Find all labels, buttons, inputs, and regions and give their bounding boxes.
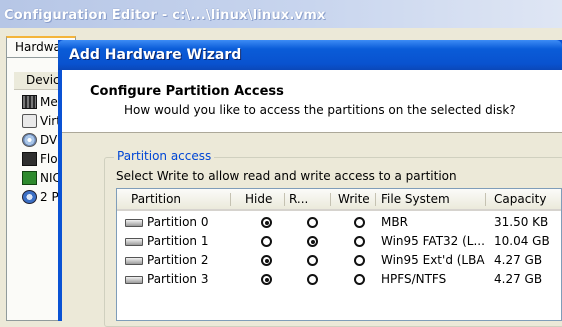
partition-access-description: Select Write to allow read and write acc…	[116, 169, 457, 183]
page-subtitle: How would you like to access the partiti…	[124, 103, 516, 117]
partition-name: Partition 0	[147, 215, 209, 229]
page-title: Configure Partition Access	[90, 84, 284, 99]
wizard-title: Add Hardware Wizard	[69, 47, 242, 63]
config-editor-title: Configuration Editor - c:\...\linux\linu…	[4, 8, 326, 23]
column-divider[interactable]	[375, 193, 376, 206]
column-divider[interactable]	[230, 193, 231, 206]
hard-disk-icon	[125, 238, 143, 246]
read-radio[interactable]	[307, 255, 318, 266]
hard-disk-icon	[125, 219, 143, 227]
column-header-partition[interactable]: Partition	[131, 189, 231, 209]
partition-capacity: 10.04 GB	[494, 234, 550, 248]
hard-disk-icon	[22, 114, 37, 128]
partition-access-group-label: Partition access	[114, 149, 215, 163]
column-divider[interactable]	[485, 193, 486, 206]
partition-list[interactable]: Partition Hide R... Write File System Ca…	[116, 188, 562, 321]
processor-icon	[22, 190, 37, 204]
read-radio[interactable]	[307, 217, 318, 228]
partition-name: Partition 3	[147, 272, 209, 286]
read-radio[interactable]	[307, 236, 318, 247]
cd-drive-icon	[22, 133, 37, 147]
wizard-title-bar[interactable]: Add Hardware Wizard	[58, 40, 562, 70]
partition-file-system: Win95 FAT32 (L...	[381, 234, 485, 248]
wizard-client-area: Configure Partition Access How would you…	[62, 70, 562, 327]
column-header-capacity[interactable]: Capacity	[494, 189, 561, 209]
partition-row[interactable]: Partition 0 MBR 31.50 KB	[117, 213, 561, 232]
network-adapter-icon	[22, 171, 37, 185]
partition-list-header: Partition Hide R... Write File System Ca…	[117, 189, 561, 211]
hide-radio[interactable]	[261, 236, 272, 247]
partition-row[interactable]: Partition 3 HPFS/NTFS 4.27 GB	[117, 270, 561, 289]
write-radio[interactable]	[354, 274, 365, 285]
write-radio[interactable]	[354, 217, 365, 228]
partition-capacity: 4.27 GB	[494, 272, 543, 286]
column-header-file-system[interactable]: File System	[381, 189, 481, 209]
write-radio[interactable]	[354, 255, 365, 266]
hard-disk-icon	[125, 276, 143, 284]
partition-capacity: 4.27 GB	[494, 253, 543, 267]
column-header-hide[interactable]: Hide	[245, 189, 285, 209]
hide-radio[interactable]	[261, 274, 272, 285]
hard-disk-icon	[125, 257, 143, 265]
column-divider[interactable]	[330, 193, 331, 206]
column-header-read[interactable]: R...	[289, 189, 329, 209]
write-radio[interactable]	[354, 236, 365, 247]
hide-radio[interactable]	[261, 217, 272, 228]
partition-name: Partition 1	[147, 234, 209, 248]
partition-file-system: HPFS/NTFS	[381, 272, 447, 286]
partition-file-system: MBR	[381, 215, 408, 229]
column-header-write[interactable]: Write	[338, 189, 378, 209]
partition-file-system: Win95 Ext'd (LBA)	[381, 253, 485, 267]
read-radio[interactable]	[307, 274, 318, 285]
partition-row[interactable]: Partition 2 Win95 Ext'd (LBA) 4.27 GB	[117, 251, 561, 270]
partition-row[interactable]: Partition 1 Win95 FAT32 (L... 10.04 GB	[117, 232, 561, 251]
floppy-drive-icon	[22, 152, 37, 166]
add-hardware-wizard-dialog: Add Hardware Wizard Configure Partition …	[58, 40, 562, 327]
memory-icon	[22, 95, 37, 109]
partition-name: Partition 2	[147, 253, 209, 267]
config-editor-title-bar[interactable]: Configuration Editor - c:\...\linux\linu…	[0, 0, 562, 28]
hide-radio[interactable]	[261, 255, 272, 266]
column-divider[interactable]	[284, 193, 285, 206]
partition-capacity: 31.50 KB	[494, 215, 549, 229]
wizard-header: Configure Partition Access How would you…	[62, 70, 562, 133]
